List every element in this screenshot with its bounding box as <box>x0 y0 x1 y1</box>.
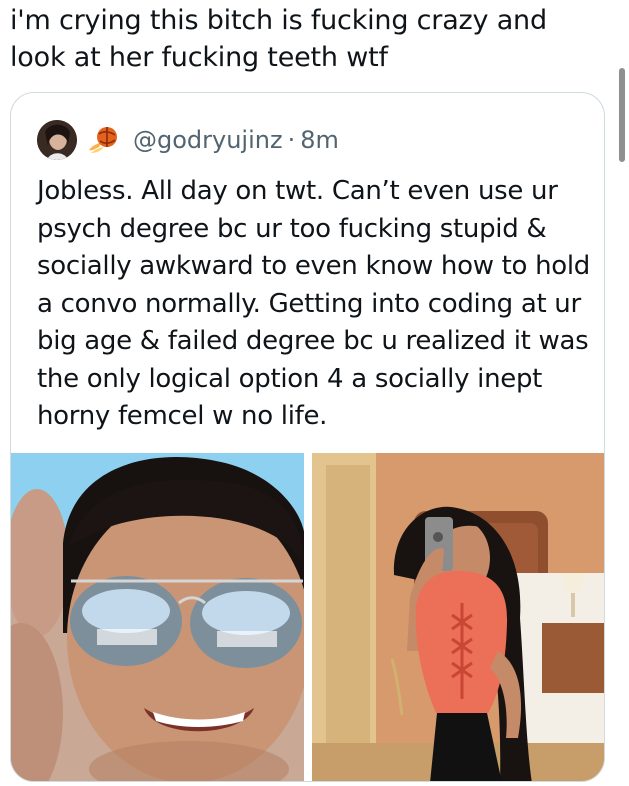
avatar-image <box>37 120 77 160</box>
photo-left-image <box>11 453 304 781</box>
quoted-handle[interactable]: @godryujinz <box>133 126 283 154</box>
dot-separator: · <box>287 126 296 154</box>
photo-right-image <box>312 453 604 781</box>
photo-right[interactable] <box>312 453 604 781</box>
post-text: i'm crying this bitch is fucking crazy a… <box>10 5 547 73</box>
post-time[interactable]: 8m <box>300 126 339 154</box>
photo-left[interactable] <box>11 453 304 781</box>
scrollbar[interactable] <box>619 68 625 162</box>
quote-header: @godryujinz · 8m <box>37 119 339 161</box>
quote-card[interactable]: @godryujinz · 8m Jobless. All day on twt… <box>10 92 605 782</box>
photo-gallery <box>11 453 604 781</box>
quoted-text: Jobless. All day on twt. Can’t even use … <box>37 176 591 431</box>
flaming-ball-icon <box>85 122 121 158</box>
avatar[interactable] <box>37 120 77 160</box>
